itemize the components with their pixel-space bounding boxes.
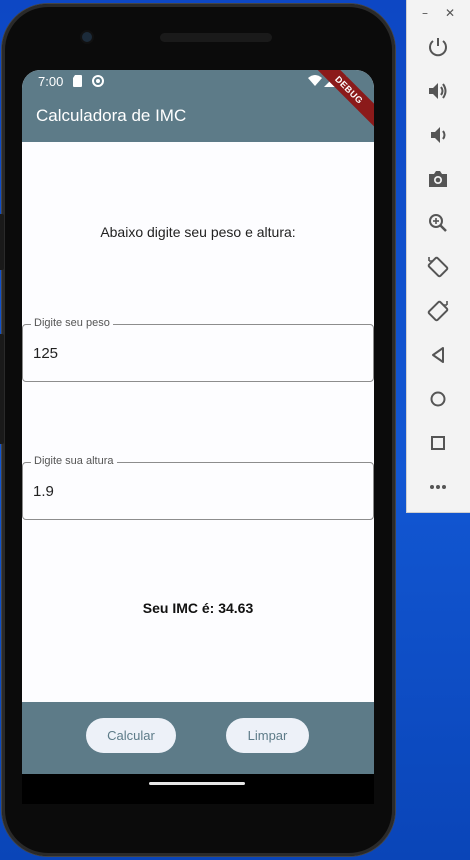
emulator-window-controls: – ✕ <box>407 6 470 24</box>
app-title: Calculadora de IMC <box>36 106 187 125</box>
instruction-text: Abaixo digite seu peso e altura: <box>100 224 296 240</box>
status-time: 7:00 <box>38 74 64 89</box>
minimize-icon[interactable]: – <box>422 6 428 20</box>
calculate-button[interactable]: Calcular <box>86 718 176 753</box>
rotate-left-icon[interactable] <box>426 255 450 279</box>
camera-icon[interactable] <box>426 167 450 191</box>
close-icon[interactable]: ✕ <box>445 6 455 20</box>
height-field-label: Digite sua altura <box>31 455 117 467</box>
height-field-value[interactable]: 1.9 <box>33 483 54 500</box>
overview-icon[interactable] <box>426 431 450 455</box>
wifi-icon <box>308 75 322 86</box>
app-screen: 7:00 Calculadora de IMC DEBUG Abaixo dig… <box>22 70 374 774</box>
app-bar: Calculadora de IMC <box>22 94 374 142</box>
more-icon[interactable] <box>426 475 450 499</box>
rotate-right-icon[interactable] <box>426 299 450 323</box>
zoom-icon[interactable] <box>426 211 450 235</box>
sync-icon <box>92 75 104 87</box>
weight-field-value[interactable]: 125 <box>33 345 58 362</box>
weight-field-label: Digite seu peso <box>31 317 113 329</box>
volume-down-icon[interactable] <box>426 123 450 147</box>
front-camera <box>82 32 92 42</box>
volume-up-icon[interactable] <box>426 79 450 103</box>
back-icon[interactable] <box>426 343 450 367</box>
home-icon[interactable] <box>426 387 450 411</box>
bmi-result: Seu IMC é: 34.63 <box>142 600 254 616</box>
bottom-action-bar: Calcular Limpar <box>22 702 374 774</box>
height-field[interactable]: Digite sua altura 1.9 <box>22 455 374 520</box>
weight-field[interactable]: Digite seu peso 125 <box>22 317 374 382</box>
earpiece-speaker <box>160 33 272 42</box>
emulator-toolbar: – ✕ <box>406 0 470 513</box>
power-icon[interactable] <box>426 35 450 59</box>
form-body: Abaixo digite seu peso e altura: Digite … <box>22 142 374 702</box>
home-indicator[interactable] <box>149 782 245 785</box>
power-side-button <box>0 334 4 444</box>
sd-card-icon <box>73 75 82 87</box>
system-nav-bar <box>22 774 374 804</box>
volume-side-button <box>0 214 4 270</box>
clear-button[interactable]: Limpar <box>226 718 309 753</box>
